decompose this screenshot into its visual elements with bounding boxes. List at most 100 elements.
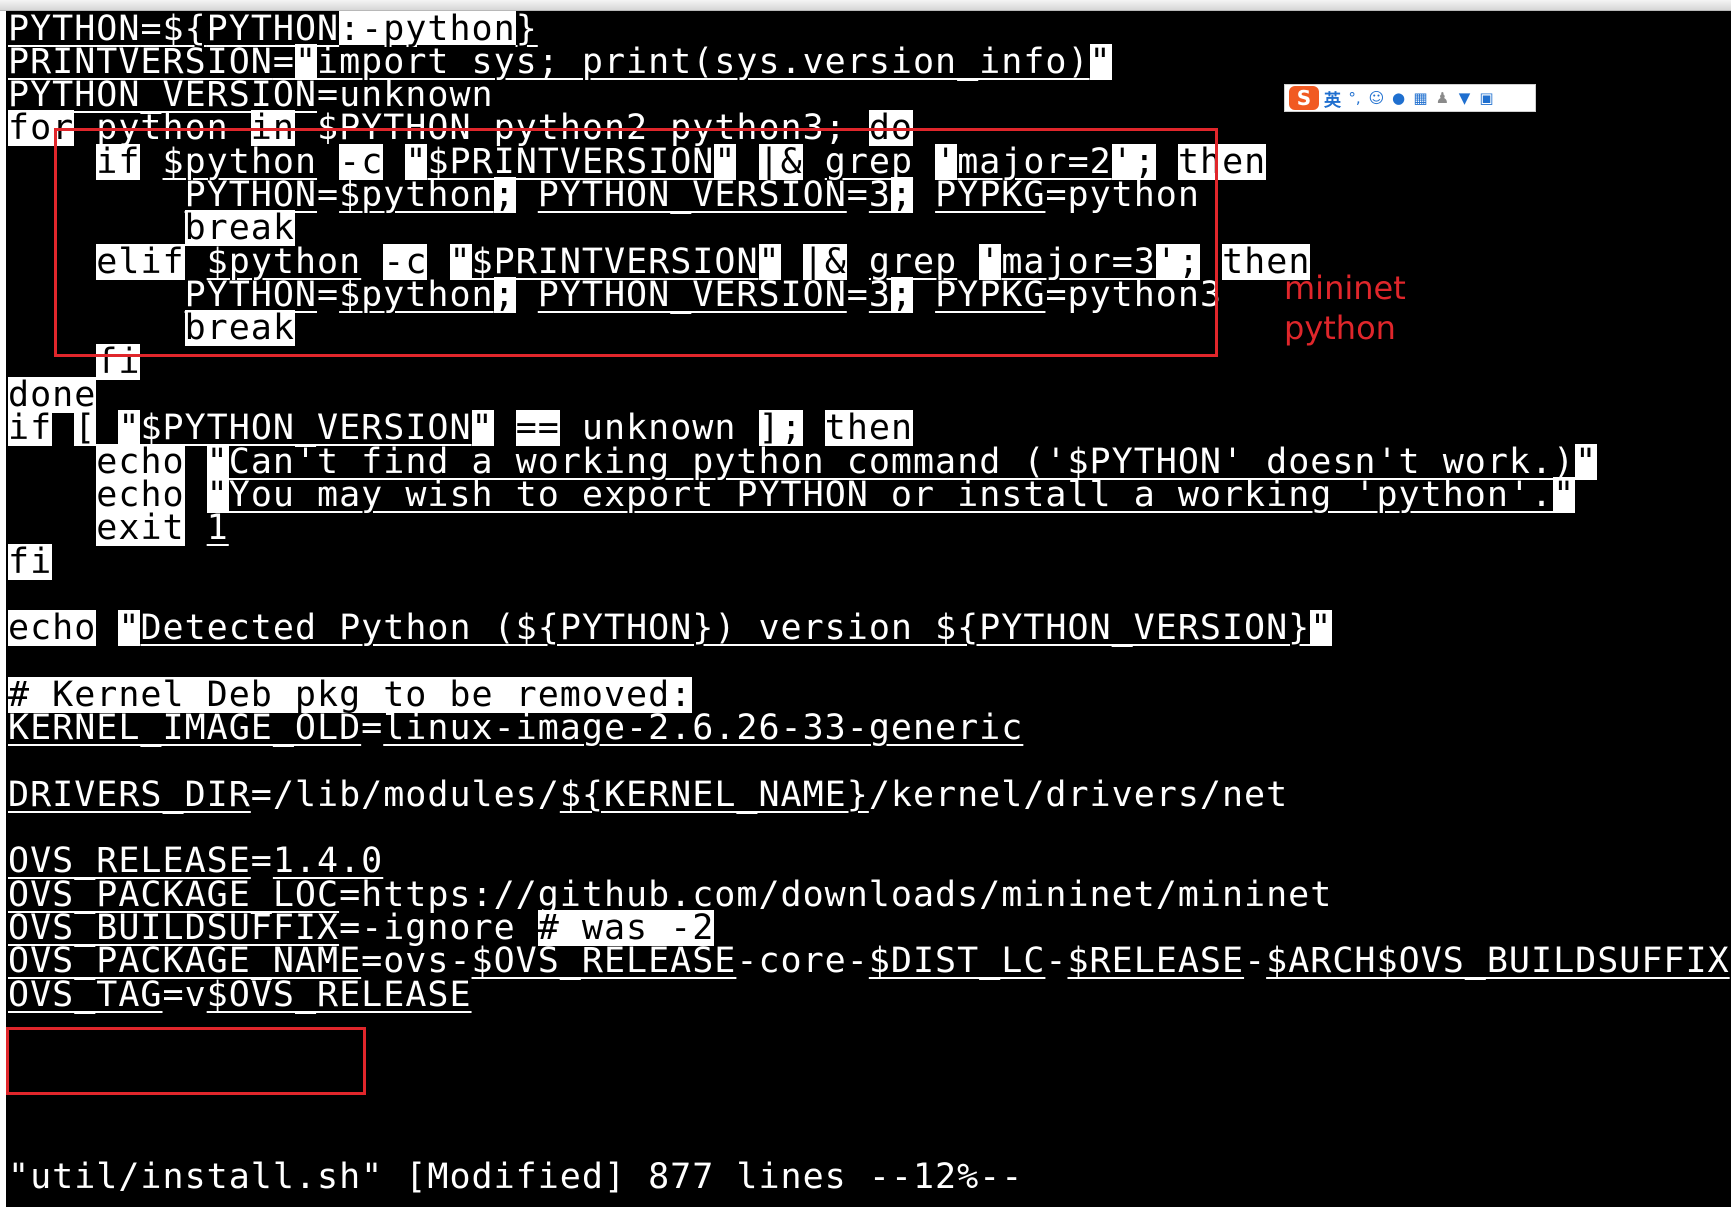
user-icon[interactable]: ♟	[1434, 89, 1451, 107]
code-token: fi	[96, 342, 141, 382]
code-line[interactable]: OVS_RELEASE=1.4.0	[8, 843, 383, 879]
code-token: OVS_RELEASE	[8, 841, 251, 881]
code-line[interactable]: echo "Detected Python (${PYTHON}) versio…	[8, 608, 1333, 648]
code-token: =	[846, 275, 869, 315]
code-token: =	[846, 175, 869, 215]
code-token: "	[471, 408, 494, 448]
code-line[interactable]: if [ "$PYTHON_VERSION" == unknown ]; the…	[8, 408, 914, 448]
code-token: 3	[868, 275, 891, 315]
code-token: exit	[96, 508, 185, 548]
emoji-icon[interactable]: ☺	[1368, 89, 1385, 107]
code-token: then	[824, 408, 914, 448]
code-token: do	[868, 108, 913, 148]
microphone-icon[interactable]: ●	[1390, 89, 1407, 107]
code-token: ;	[890, 175, 914, 215]
annotation-python: python	[1284, 309, 1396, 347]
ime-language-toggle[interactable]: 英	[1324, 86, 1341, 111]
code-line[interactable]: exit 1	[8, 510, 229, 546]
code-token: break	[184, 308, 295, 348]
code-token: You may wish to export PYTHON or install…	[228, 475, 1554, 515]
code-token: KERNEL_IMAGE_OLD	[8, 708, 362, 748]
code-line[interactable]: fi	[8, 542, 53, 582]
code-token: ;	[493, 275, 516, 315]
sogou-logo-icon[interactable]: S	[1289, 86, 1319, 110]
code-token: $RELEASE	[1067, 941, 1245, 981]
code-token: /kernel/drivers/net	[868, 775, 1289, 815]
code-token: $OVS_RELEASE	[206, 975, 472, 1015]
code-token: $DIST_LC	[868, 941, 1046, 981]
code-line[interactable]: OVS_PACKAGE_NAME=ovs-$OVS_RELEASE-core-$…	[8, 943, 1730, 979]
code-token: "	[1310, 608, 1333, 648]
code-token: ;	[493, 175, 516, 215]
code-line[interactable]: DRIVERS_DIR=/lib/modules/${KERNEL_NAME}/…	[8, 777, 1288, 813]
code-line[interactable]: break	[8, 210, 295, 246]
code-token: =	[317, 175, 340, 215]
code-line[interactable]: for python in $PYTHON python2 python3; d…	[8, 110, 913, 146]
code-token: -	[1045, 941, 1068, 981]
code-line[interactable]: echo "You may wish to export PYTHON or i…	[8, 475, 1576, 515]
code-token: "	[1089, 42, 1112, 82]
punctuation-icon[interactable]: °,	[1346, 89, 1363, 107]
code-line[interactable]: break	[8, 310, 295, 346]
code-token: 1	[206, 508, 229, 548]
code-token: $PYTHON python2 python3;	[294, 108, 869, 148]
status-info: [Modified] 877 lines --12%--	[383, 1157, 1024, 1197]
code-token: ${KERNEL_NAME}	[559, 775, 869, 815]
code-token: fi	[8, 542, 53, 582]
code-token: echo	[8, 608, 97, 648]
code-token: =python3	[1045, 275, 1223, 315]
code-line[interactable]: OVS_TAG=v$OVS_RELEASE	[8, 977, 472, 1013]
code-token: "	[1575, 442, 1598, 482]
code-token: $python	[339, 275, 494, 315]
code-token: DRIVERS_DIR	[8, 775, 251, 815]
code-token: [	[74, 408, 97, 448]
code-token: PYTHON_VERSION	[537, 275, 847, 315]
ime-toolbar[interactable]: S 英 °, ☺ ● ▦ ♟ ▼ ▣	[1284, 84, 1536, 112]
code-token: break	[184, 208, 295, 248]
code-token: =	[361, 708, 384, 748]
code-token: linux-image-2.6.26-33-generic	[383, 708, 1024, 748]
code-token: $python	[339, 175, 494, 215]
code-token: =	[317, 275, 340, 315]
code-token: OVS_TAG	[8, 975, 163, 1015]
shirt-icon[interactable]: ▼	[1456, 89, 1473, 107]
code-token: python	[74, 108, 251, 148]
window-title-bar	[0, 0, 1731, 11]
code-token: =/lib/modules/	[250, 775, 560, 815]
code-token: OVS_PACKAGE_NAME	[8, 941, 362, 981]
status-line: "util/install.sh" [Modified] 877 lines -…	[8, 1157, 1023, 1197]
code-token: -	[1244, 941, 1267, 981]
code-token: =python	[1045, 175, 1200, 215]
code-token: for	[8, 108, 75, 148]
code-token: ]	[758, 408, 781, 448]
code-token: ==	[515, 408, 560, 448]
keyboard-icon[interactable]: ▦	[1412, 89, 1429, 107]
code-token: "	[118, 608, 141, 648]
status-filename: "util/install.sh"	[8, 1157, 384, 1197]
terminal-editor[interactable]: PYTHON=${PYTHON:-python} PRINTVERSION="im…	[6, 11, 1731, 1207]
code-line[interactable]: KERNEL_IMAGE_OLD=linux-image-2.6.26-33-g…	[8, 710, 1023, 746]
code-token: "	[118, 408, 141, 448]
code-token: $OVS_RELEASE	[471, 941, 737, 981]
grid-icon[interactable]: ▣	[1478, 89, 1495, 107]
code-token: Detected Python (${PYTHON}) version ${PY…	[140, 608, 1311, 648]
code-token: PYPKG	[935, 275, 1046, 315]
code-token: =ovs-	[361, 941, 472, 981]
code-token: ;	[780, 408, 803, 448]
code-token: =	[250, 841, 273, 881]
code-token: =v	[162, 975, 207, 1015]
code-token: -core-	[736, 941, 869, 981]
